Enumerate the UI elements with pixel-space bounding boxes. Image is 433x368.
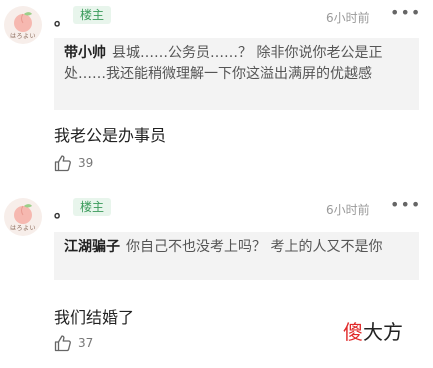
avatar[interactable]: はろよい <box>4 6 42 44</box>
watermark-red-char: 傻 <box>343 320 363 344</box>
avatar-caption: はろよい <box>9 33 36 40</box>
quoted-reply: 带小帅 县城……公务员……？ 除非你说你老公是正处……我还能稍微理解一下你这溢出满… <box>54 38 419 110</box>
more-options-icon[interactable]: ••• <box>390 195 421 214</box>
thumbs-up-icon <box>54 335 71 352</box>
owner-badge: 楼主 <box>73 198 112 216</box>
more-options-icon[interactable]: ••• <box>390 3 421 22</box>
comment-body: 我老公是办事员 <box>54 126 167 145</box>
like-count: 39 <box>78 156 94 170</box>
quote-author[interactable]: 江湖骗子 <box>64 239 120 255</box>
like-count: 37 <box>78 336 94 350</box>
watermark: 傻大方 <box>343 316 403 345</box>
comment-body: 我们结婚了 <box>54 308 135 327</box>
username[interactable]: 。 <box>54 6 70 30</box>
timestamp: 6小时前 <box>326 11 370 25</box>
thumbs-up-icon <box>54 155 71 172</box>
quoted-reply: 江湖骗子 你自己不也没考上吗？ 考上的人又不是你 <box>54 232 419 280</box>
quote-author[interactable]: 带小帅 <box>64 45 106 61</box>
avatar-caption: はろよい <box>9 225 36 232</box>
comment-item: はろよい 。 楼主 6小时前 ••• 带小帅 县城……公务员……？ 除非你说你老公… <box>0 0 433 184</box>
like-button[interactable]: 39 <box>54 154 93 172</box>
quote-text: 你自己不也没考上吗？ 考上的人又不是你 <box>126 239 383 255</box>
owner-badge: 楼主 <box>73 6 112 24</box>
like-button[interactable]: 37 <box>54 334 93 352</box>
watermark-text: 大方 <box>363 320 403 344</box>
timestamp: 6小时前 <box>326 203 370 217</box>
avatar[interactable]: はろよい <box>4 198 42 236</box>
quote-text: 县城……公务员……？ 除非你说你老公是正处……我还能稍微理解一下你这溢出满屏的优… <box>64 45 383 82</box>
username[interactable]: 。 <box>54 198 70 222</box>
